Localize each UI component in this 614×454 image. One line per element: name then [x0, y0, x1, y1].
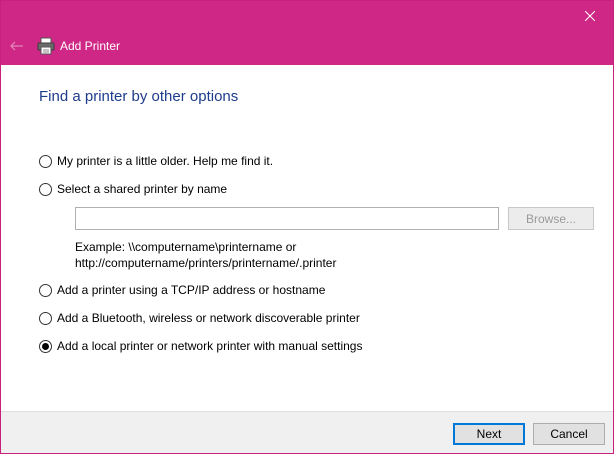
- radio-button[interactable]: [39, 182, 52, 196]
- close-button[interactable]: [567, 1, 613, 31]
- option-label: Select a shared printer by name: [57, 182, 228, 196]
- back-arrow-icon: [10, 41, 23, 51]
- radio-button-selected[interactable]: [39, 339, 52, 353]
- option-shared-printer[interactable]: Select a shared printer by name: [39, 181, 227, 197]
- radio-button[interactable]: [39, 311, 52, 325]
- option-bluetooth-printer[interactable]: Add a Bluetooth, wireless or network dis…: [39, 310, 360, 326]
- cancel-button[interactable]: Cancel: [533, 423, 605, 445]
- radio-button[interactable]: [39, 283, 52, 297]
- option-label: My printer is a little older. Help me fi…: [57, 154, 274, 168]
- add-printer-window: Add Printer Find a printer by other opti…: [0, 0, 614, 454]
- close-icon: [585, 11, 595, 21]
- option-tcpip-printer[interactable]: Add a printer using a TCP/IP address or …: [39, 282, 325, 298]
- option-label: Add a Bluetooth, wireless or network dis…: [57, 311, 360, 325]
- shared-printer-name-input[interactable]: [75, 207, 499, 230]
- back-button[interactable]: [7, 37, 27, 55]
- page-heading: Find a printer by other options: [39, 88, 239, 105]
- option-label: Add a local printer or network printer w…: [57, 339, 363, 353]
- example-line-1: Example: \\computername\printername or: [75, 240, 297, 254]
- example-text: Example: \\computername\printername or h…: [75, 239, 336, 271]
- example-line-2: http://computername/printers/printername…: [75, 256, 337, 270]
- option-local-printer[interactable]: Add a local printer or network printer w…: [39, 338, 362, 354]
- option-label: Add a printer using a TCP/IP address or …: [57, 283, 326, 297]
- browse-button[interactable]: Browse...: [508, 207, 594, 230]
- option-older-printer[interactable]: My printer is a little older. Help me fi…: [39, 153, 273, 169]
- dialog-footer: Next Cancel: [1, 411, 613, 453]
- window-title: Add Printer: [60, 39, 121, 53]
- radio-button[interactable]: [39, 154, 52, 168]
- next-button[interactable]: Next: [453, 423, 525, 445]
- printer-icon: [37, 37, 55, 55]
- title-bar: Add Printer: [1, 1, 613, 65]
